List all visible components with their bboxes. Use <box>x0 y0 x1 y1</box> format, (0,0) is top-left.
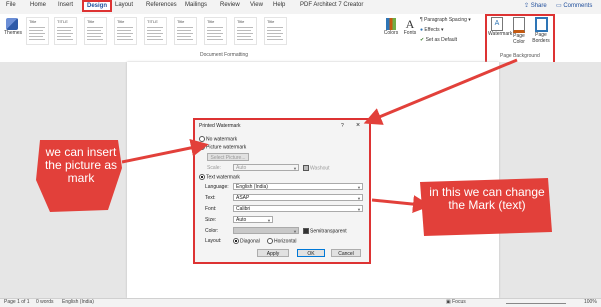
zoom-level: 100% <box>584 299 597 305</box>
right-annotation-text: in this we can change the Mark (text) <box>429 185 545 212</box>
focus-button[interactable]: ▣ Focus <box>446 299 466 305</box>
language-indicator: English (India) <box>62 299 94 305</box>
word-count: 0 words <box>36 299 54 305</box>
page-count: Page 1 of 1 <box>4 299 30 305</box>
arrow-to-picture-watermark <box>121 138 209 164</box>
focus-icon: ▣ <box>446 299 451 305</box>
zoom-slider[interactable] <box>506 303 566 304</box>
arrow-to-text-callout <box>371 195 431 214</box>
arrow-to-dialog <box>363 58 518 125</box>
left-annotation-text: we can insert the picture as mark <box>44 145 118 185</box>
